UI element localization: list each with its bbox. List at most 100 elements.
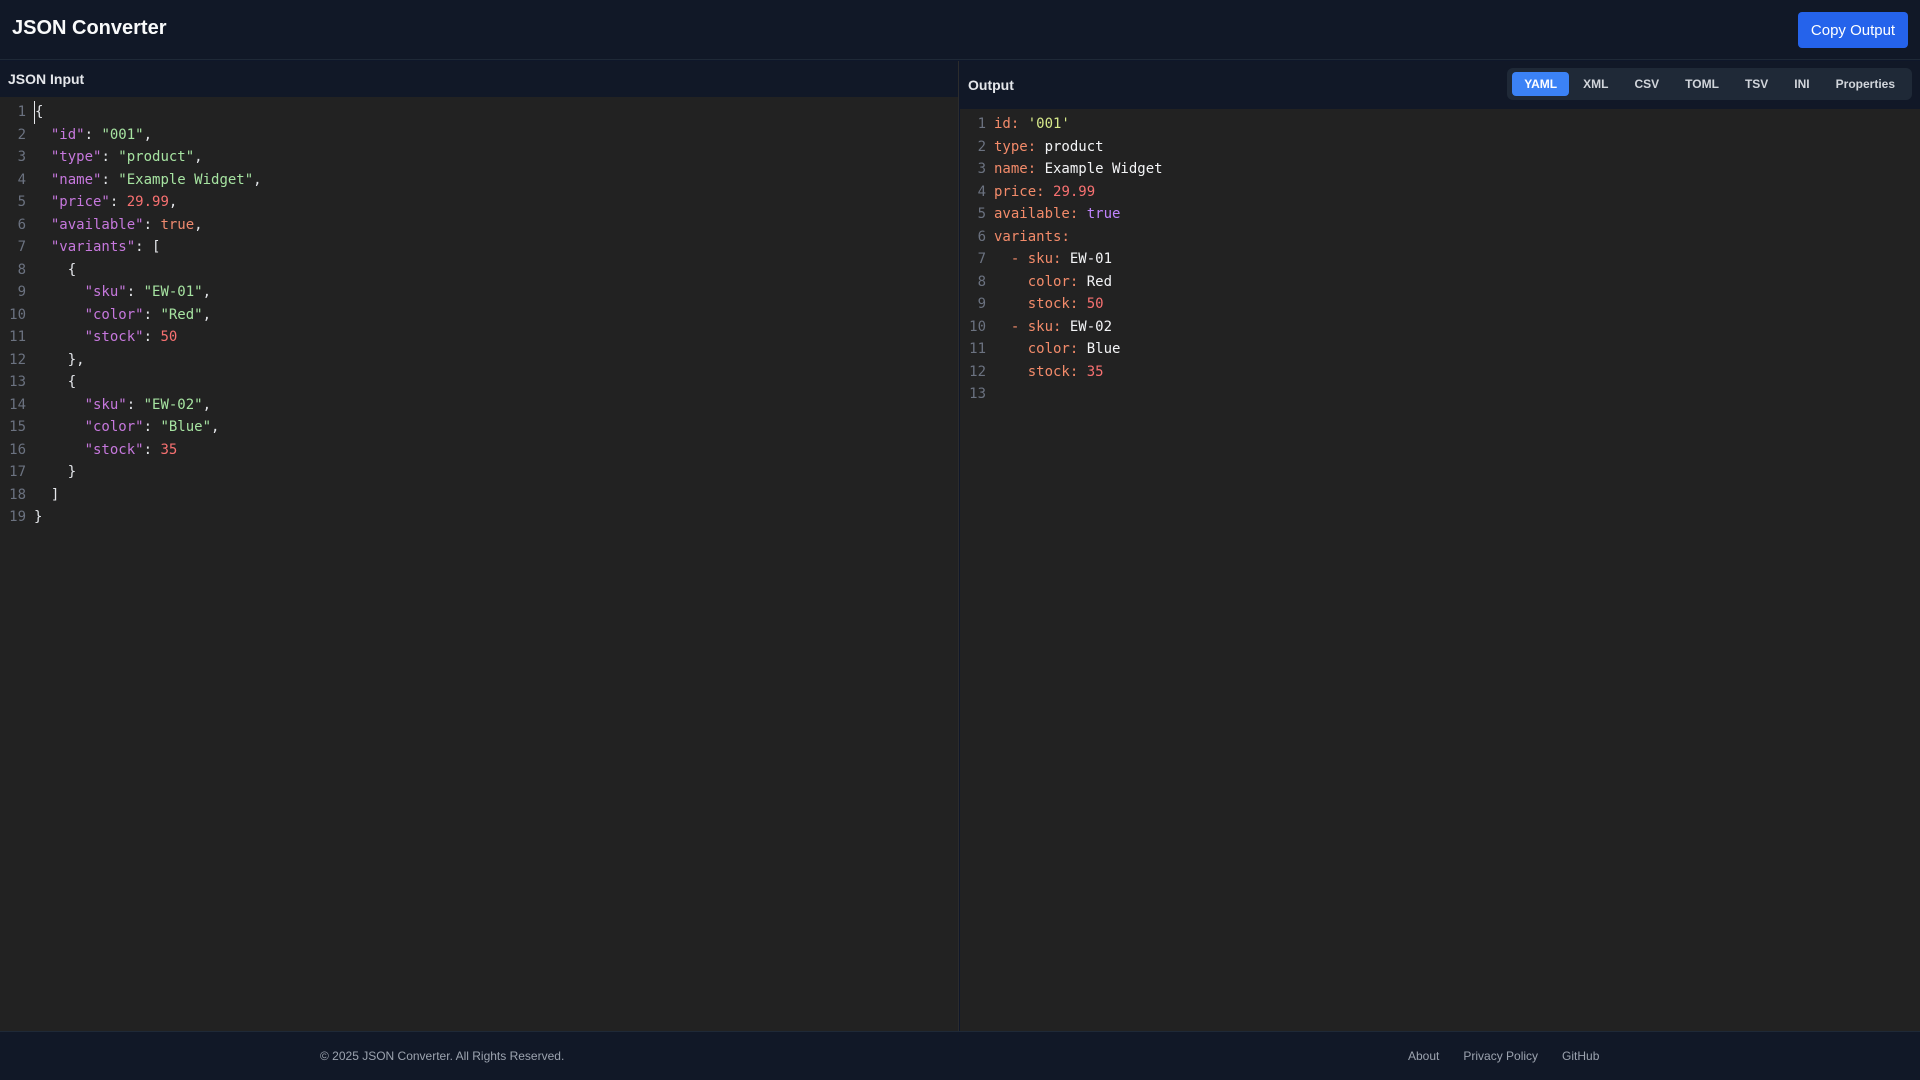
tab-xml[interactable]: XML [1571,72,1620,96]
tab-ini[interactable]: INI [1782,72,1821,96]
line-number: 8 [977,273,986,290]
code-line: 13 { [0,371,958,394]
line-number: 4 [17,171,26,188]
output-viewer[interactable]: 1 id: '001' 2 type: product 3 name: Example W… [960,109,1920,406]
code-token: EW-01 [1069,251,1113,267]
line-number: 2 [17,126,26,143]
code-text: { [34,101,43,124]
code-token: 50 [160,329,178,345]
code-line: 12 stock: 35 [960,361,1920,384]
code-token: : [1069,296,1087,312]
json-input-panel: JSON Input 1{2 "id": "001", 3 "type": "pr… [0,61,959,1031]
line-number: 1 [977,116,986,132]
code-line: 7 - sku: EW-01 [960,248,1920,271]
code-line: 2 "id": "001", [0,124,958,147]
code-text: color: Red [994,271,1112,294]
line-number: 18 [9,486,26,503]
tab-csv[interactable]: CSV [1622,72,1671,96]
line-number: 1 [17,104,26,120]
code-line: 7 "variants": [ [0,236,958,259]
line-number: 3 [977,161,986,177]
footer-link-about[interactable]: About [1408,1049,1439,1063]
code-token: : [126,284,144,300]
code-token: Red [1086,273,1113,290]
code-token: id [994,116,1011,132]
code-token: "Red" [160,306,203,323]
code-token: Example Widget [1044,161,1163,177]
code-token: 29.99 [126,194,169,210]
code-text: "available": true, [34,214,203,237]
code-token: : [1069,363,1087,380]
tab-yaml[interactable]: YAML [1512,72,1570,96]
code-token: stock [1027,363,1070,380]
code-text: { [34,259,76,282]
code-line: 4 "name": "Example Widget", [0,169,958,192]
code-token: , [211,419,220,435]
footer-link-github[interactable]: GitHub [1562,1049,1599,1063]
code-token: { [34,261,77,278]
code-line: 6 "available": true, [0,214,958,237]
code-token: : [101,149,119,165]
code-token: color [1027,341,1070,357]
output-panel-header: Output YAML XML CSV TOML TSV INI Properties [960,61,1920,109]
format-tabs: YAML XML CSV TOML TSV INI Properties [1507,68,1912,100]
code-text: - sku: EW-01 [994,248,1112,271]
line-number: 7 [17,239,26,255]
code-token: : [143,216,161,233]
code-token: "stock" [84,329,144,345]
line-number: 10 [969,318,986,335]
code-token: 35 [160,441,178,458]
footer: © 2025 JSON Converter. All Rights Reserv… [0,1031,1920,1080]
code-token: true [160,216,195,233]
code-token: , [194,216,203,233]
code-token: , [143,126,153,143]
code-text: stock: 50 [994,293,1104,316]
code-token: true [1086,206,1121,222]
code-text: "type": "product", [34,146,203,169]
code-text: variants: [994,226,1070,249]
code-line: 9 stock: 50 [960,293,1920,316]
code-text: "stock": 35 [34,439,178,462]
code-token: "id" [50,126,85,143]
code-token: ] [34,486,60,503]
code-token: "color" [84,419,144,435]
code-line: 15 "color": "Blue", [0,416,958,439]
code-token: , [202,284,212,300]
code-text: "stock": 50 [34,326,178,349]
code-token: , [202,396,212,413]
line-number: 11 [9,329,26,345]
copy-output-button[interactable]: Copy Output [1798,12,1908,48]
output-panel: Output YAML XML CSV TOML TSV INI Properties 1i… [960,61,1920,1031]
code-line: 3 "type": "product", [0,146,958,169]
line-number: 11 [969,341,986,357]
code-text: { [34,371,76,394]
line-number: 6 [977,228,986,245]
tab-tsv[interactable]: TSV [1733,72,1780,96]
code-token: { [35,104,44,120]
code-text: name: Example Widget [994,158,1163,181]
code-token: color [1027,273,1070,290]
tab-toml[interactable]: TOML [1673,72,1731,96]
code-line: 8 color: Red [960,271,1920,294]
code-token: }, [34,351,85,368]
code-text: price: 29.99 [994,181,1095,204]
code-token: EW-02 [1069,318,1113,335]
code-token: available [994,206,1070,222]
code-token: type [994,138,1028,155]
code-token: 35 [1086,363,1104,380]
json-input-editor[interactable]: 1 {2 "id": "001", 3 "type": "product", 4 "n… [0,97,958,529]
code-token: "Example Widget" [118,171,254,188]
code-token: , [202,306,212,323]
tab-properties[interactable]: Properties [1824,72,1907,96]
code-line: 19} [0,506,958,529]
code-token: "stock" [84,441,144,458]
code-text: }, [34,349,85,372]
footer-link-privacy-policy[interactable]: Privacy Policy [1463,1049,1538,1063]
line-number: 13 [9,374,26,390]
code-token: : [1053,251,1070,267]
